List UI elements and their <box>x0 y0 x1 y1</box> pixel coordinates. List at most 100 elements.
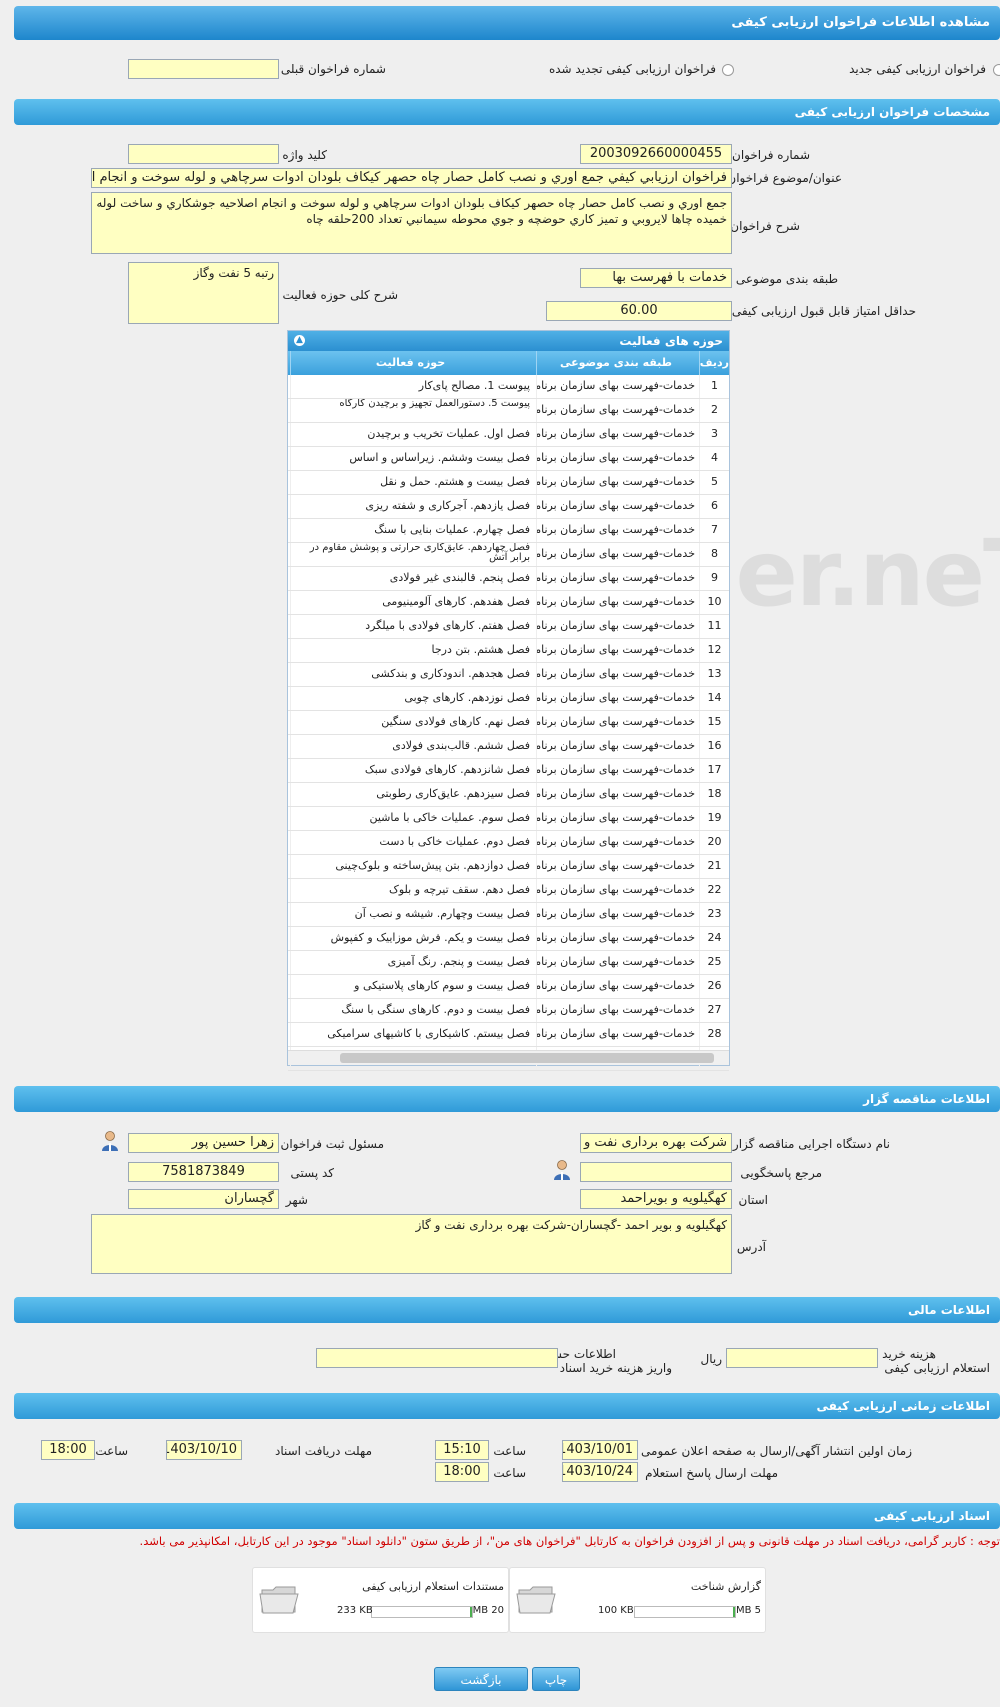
tenderer-section-header: اطلاعات مناقصه گزار <box>14 1086 1000 1112</box>
radio-renewed[interactable] <box>722 64 734 76</box>
table-row[interactable]: 20خدمات-فهرست بهای سازمان برنامه و بودجه… <box>288 831 729 855</box>
row-number-cell: 13 <box>699 663 729 686</box>
activity-cell: فصل هفدهم. کارهای آلومینیومی <box>290 591 536 614</box>
publish-time-field[interactable]: 15:10 <box>435 1440 489 1460</box>
city-field[interactable]: گچساران <box>128 1189 279 1209</box>
person-icon[interactable] <box>100 1130 120 1152</box>
row-number-cell: 14 <box>699 687 729 710</box>
fee-field[interactable] <box>726 1348 878 1368</box>
org-field[interactable]: شرکت بهره برداری نفت و گاز <box>580 1133 732 1153</box>
table-row[interactable]: 11خدمات-فهرست بهای سازمان برنامه و بودجه… <box>288 615 729 639</box>
table-row[interactable]: 19خدمات-فهرست بهای سازمان برنامه و بودجه… <box>288 807 729 831</box>
doc-name: گزارش شناخت <box>690 1580 761 1593</box>
table-row[interactable]: 5خدمات-فهرست بهای سازمان برنامه و بودجهف… <box>288 471 729 495</box>
min-score-field[interactable]: 60.00 <box>546 301 732 321</box>
table-row[interactable]: 22خدمات-فهرست بهای سازمان برنامه و بودجه… <box>288 879 729 903</box>
doc-card-2[interactable]: مستندات استعلام ارزیابی کیفی 20 MB 233 K… <box>252 1567 509 1633</box>
row-number-cell: 9 <box>699 567 729 590</box>
table-row[interactable]: 9خدمات-فهرست بهای سازمان برنامه و بودجهف… <box>288 567 729 591</box>
table-row[interactable]: 16خدمات-فهرست بهای سازمان برنامه و بودجه… <box>288 735 729 759</box>
table-row[interactable]: 26خدمات-فهرست بهای سازمان برنامه و بودجه… <box>288 975 729 999</box>
timing-section-header: اطلاعات زمانی ارزیابی کیفی <box>14 1393 1000 1419</box>
table-row[interactable]: 8خدمات-فهرست بهای سازمان برنامه و بودجهف… <box>288 543 729 567</box>
address-field[interactable]: کهگیلویه و بویر احمد -گچساران-شرکت بهره … <box>91 1214 732 1274</box>
activity-cell: فصل بیست وششم. زیراساس و اساس <box>290 447 536 470</box>
keyword-field[interactable] <box>128 144 279 164</box>
table-row[interactable]: 18خدمات-فهرست بهای سازمان برنامه و بودجه… <box>288 783 729 807</box>
currency-label: ریال <box>700 1352 722 1366</box>
header-category[interactable]: طبقه بندی موضوعی <box>536 351 699 375</box>
back-button[interactable]: بازگشت <box>434 1667 528 1691</box>
docs-notice: توجه : کاربر گرامی، دریافت اسناد در مهلت… <box>139 1534 1000 1548</box>
receive-date-field[interactable]: 1403/10/10 <box>166 1440 242 1460</box>
radio-new[interactable] <box>993 64 1000 76</box>
header-activity[interactable]: حوزه فعالیت <box>290 351 536 375</box>
collapse-icon[interactable]: ▲ <box>294 335 305 346</box>
activity-cell: فصل هفتم. کارهای فولادی با میلگرد <box>290 615 536 638</box>
table-row[interactable]: 1خدمات-فهرست بهای سازمان برنامه و بودجهپ… <box>288 375 729 399</box>
activity-cell: فصل دوازدهم. بتن پیش‌ساخته و بلوک‌چینی <box>290 855 536 878</box>
subject-field[interactable]: فراخوان ارزيابي کيفي جمع اوري و نصب کامل… <box>91 168 732 188</box>
table-row[interactable]: 2خدمات-فهرست بهای سازمان برنامه و بودجهپ… <box>288 399 729 423</box>
doc-card-1[interactable]: گزارش شناخت 5 MB 100 KB <box>509 1567 766 1633</box>
row-number-cell: 20 <box>699 831 729 854</box>
number-field[interactable]: 2003092660000455 <box>580 144 732 164</box>
previous-number-field[interactable] <box>128 59 279 79</box>
desc-field[interactable]: جمع اوري و نصب کامل حصار چاه حصهر کيکاف … <box>91 192 732 254</box>
account-field[interactable] <box>316 1348 558 1368</box>
print-button[interactable]: چاپ <box>532 1667 580 1691</box>
person-icon-responder[interactable] <box>552 1159 572 1181</box>
activity-cell: فصل یازدهم. آجرکاری و شفته ریزی <box>290 495 536 518</box>
responder-field[interactable] <box>580 1162 732 1182</box>
table-row[interactable]: 14خدمات-فهرست بهای سازمان برنامه و بودجه… <box>288 687 729 711</box>
receive-time-field[interactable]: 18:00 <box>41 1440 95 1460</box>
table-row[interactable]: 7خدمات-فهرست بهای سازمان برنامه و بودجهف… <box>288 519 729 543</box>
category-cell: خدمات-فهرست بهای سازمان برنامه و بودجه <box>536 879 699 902</box>
category-cell: خدمات-فهرست بهای سازمان برنامه و بودجه <box>536 471 699 494</box>
table-row[interactable]: 10خدمات-فهرست بهای سازمان برنامه و بودجه… <box>288 591 729 615</box>
table-row[interactable]: 6خدمات-فهرست بهای سازمان برنامه و بودجهف… <box>288 495 729 519</box>
row-number-cell: 16 <box>699 735 729 758</box>
scrollbar-thumb[interactable] <box>340 1053 714 1063</box>
table-row[interactable]: 4خدمات-فهرست بهای سازمان برنامه و بودجهف… <box>288 447 729 471</box>
category-cell: خدمات-فهرست بهای سازمان برنامه و بودجه <box>536 975 699 998</box>
table-row[interactable]: 28خدمات-فهرست بهای سازمان برنامه و بودجه… <box>288 1023 729 1047</box>
category-cell: خدمات-فهرست بهای سازمان برنامه و بودجه <box>536 903 699 926</box>
reply-time-field[interactable]: 18:00 <box>435 1462 489 1482</box>
finance-section-header: اطلاعات مالی <box>14 1297 1000 1323</box>
reply-date-field[interactable]: 1403/10/24 <box>562 1462 638 1482</box>
category-cell: خدمات-فهرست بهای سازمان برنامه و بودجه <box>536 951 699 974</box>
table-row[interactable]: 21خدمات-فهرست بهای سازمان برنامه و بودجه… <box>288 855 729 879</box>
table-row[interactable]: 12خدمات-فهرست بهای سازمان برنامه و بودجه… <box>288 639 729 663</box>
activity-cell: فصل سیزدهم. عایق‌کاری رطوبتی <box>290 783 536 806</box>
row-number-cell: 15 <box>699 711 729 734</box>
category-cell: خدمات-فهرست بهای سازمان برنامه و بودجه <box>536 615 699 638</box>
publish-date-field[interactable]: 1403/10/01 <box>562 1440 638 1460</box>
row-number-cell: 28 <box>699 1023 729 1046</box>
table-row[interactable]: 27خدمات-فهرست بهای سازمان برنامه و بودجه… <box>288 999 729 1023</box>
province-field[interactable]: کهگیلویه و بویراحمد <box>580 1189 732 1209</box>
row-number-cell: 4 <box>699 447 729 470</box>
horizontal-scrollbar[interactable] <box>288 1050 729 1065</box>
org-label: نام دستگاه اجرایی مناقصه گزار <box>732 1137 890 1151</box>
table-row[interactable]: 23خدمات-فهرست بهای سازمان برنامه و بودجه… <box>288 903 729 927</box>
activity-scope-field[interactable]: رتبه 5 نفت وگاز <box>128 262 279 324</box>
reply-label: مهلت ارسال پاسخ استعلام <box>645 1466 778 1480</box>
registrar-field[interactable]: زهرا حسین پور <box>128 1133 279 1153</box>
category-cell: خدمات-فهرست بهای سازمان برنامه و بودجه <box>536 999 699 1022</box>
fee-label-2: استعلام ارزیابی کیفی <box>884 1361 990 1375</box>
table-row[interactable]: 3خدمات-فهرست بهای سازمان برنامه و بودجهف… <box>288 423 729 447</box>
grid-body: 1خدمات-فهرست بهای سازمان برنامه و بودجهپ… <box>288 375 729 1071</box>
row-number-cell: 26 <box>699 975 729 998</box>
table-row[interactable]: 13خدمات-فهرست بهای سازمان برنامه و بودجه… <box>288 663 729 687</box>
table-row[interactable]: 15خدمات-فهرست بهای سازمان برنامه و بودجه… <box>288 711 729 735</box>
receive-label: مهلت دریافت اسناد <box>274 1444 372 1458</box>
header-row-number[interactable]: ردیف <box>699 351 729 375</box>
category-cell: خدمات-فهرست بهای سازمان برنامه و بودجه <box>536 759 699 782</box>
category-cell: خدمات-فهرست بهای سازمان برنامه و بودجه <box>536 807 699 830</box>
table-row[interactable]: 24خدمات-فهرست بهای سازمان برنامه و بودجه… <box>288 927 729 951</box>
table-row[interactable]: 17خدمات-فهرست بهای سازمان برنامه و بودجه… <box>288 759 729 783</box>
table-row[interactable]: 25خدمات-فهرست بهای سازمان برنامه و بودجه… <box>288 951 729 975</box>
postal-field[interactable]: 7581873849 <box>128 1162 279 1182</box>
category-field[interactable]: خدمات با فهرست بها <box>580 268 732 288</box>
